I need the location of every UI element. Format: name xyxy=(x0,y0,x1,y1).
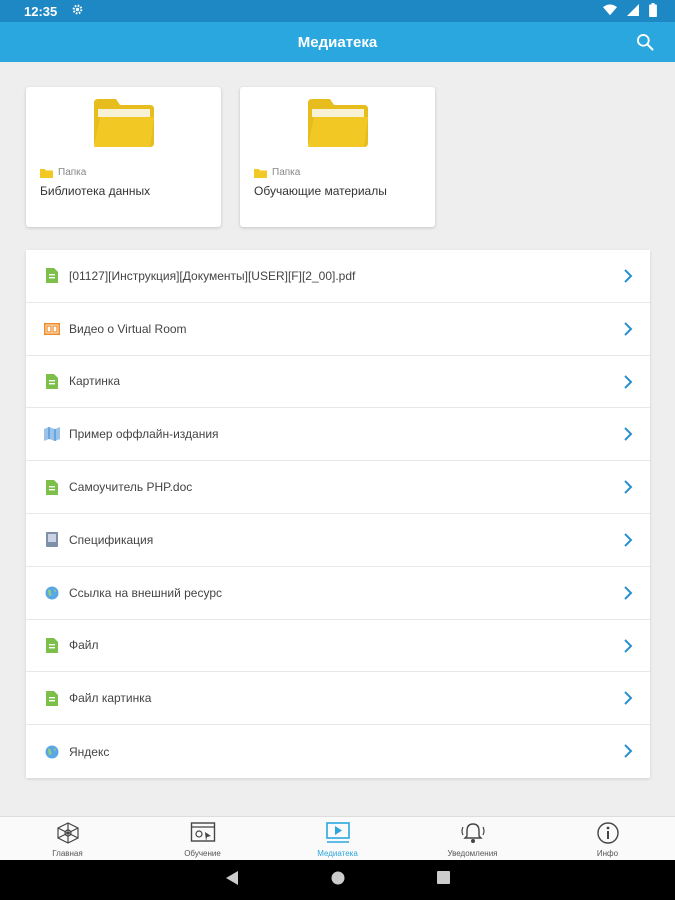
file-green-icon xyxy=(44,690,60,706)
system-navigation-bar xyxy=(0,860,675,900)
small-folder-icon xyxy=(40,168,53,178)
chevron-right-icon xyxy=(622,321,634,337)
nav-item-info[interactable]: Инфо xyxy=(540,817,675,860)
list-item-label: Файл xyxy=(69,638,99,653)
list-item-label: Яндекс xyxy=(69,744,110,759)
list-item[interactable]: Яндекс xyxy=(26,725,650,778)
info-icon xyxy=(595,821,621,845)
list-item[interactable]: Самоучитель PHP.doc xyxy=(26,461,650,514)
chevron-right-icon xyxy=(622,426,634,442)
folder-kind: Папка xyxy=(254,167,300,178)
folder-name: Обучающие материалы xyxy=(254,184,387,198)
list-item-label: Картинка xyxy=(69,374,121,389)
file-green-icon xyxy=(44,637,60,653)
list-item[interactable]: Файл xyxy=(26,620,650,673)
nav-item-learning[interactable]: Обучение xyxy=(135,817,270,860)
nav-label: Медиатека xyxy=(317,849,358,858)
chevron-right-icon xyxy=(622,638,634,654)
globe-icon xyxy=(44,585,60,601)
chevron-right-icon xyxy=(622,690,634,706)
chevron-right-icon xyxy=(622,374,634,390)
battery-icon xyxy=(649,2,657,20)
list-item[interactable]: Картинка xyxy=(26,356,650,409)
signal-icon xyxy=(627,3,639,19)
folder-kind: Папка xyxy=(40,167,86,178)
video-icon xyxy=(44,321,60,337)
list-item[interactable]: [01127][Инструкция][Документы][USER][F][… xyxy=(26,250,650,303)
nav-label: Инфо xyxy=(596,849,619,858)
bell-icon xyxy=(460,821,486,845)
list-item-label: Спецификация xyxy=(69,532,154,547)
list-item-label: Ссылка на внешний ресурс xyxy=(69,585,223,600)
nav-item-media[interactable]: Медиатека xyxy=(270,817,405,860)
folder-kind-label: Папка xyxy=(58,167,87,178)
status-bar: 12:35 xyxy=(0,0,675,22)
nav-label: Обучение xyxy=(184,849,221,858)
list-item-label: Видео о Virtual Room xyxy=(69,321,187,336)
status-time: 12:35 xyxy=(24,3,58,19)
list-item[interactable]: Видео о Virtual Room xyxy=(26,303,650,356)
app-bar: Медиатека xyxy=(0,22,675,62)
page-title: Медиатека xyxy=(297,33,378,51)
list-item-label: Файл картинка xyxy=(69,691,152,706)
nav-label: Уведомления xyxy=(447,849,498,858)
file-green-icon xyxy=(44,479,60,495)
back-icon[interactable] xyxy=(225,870,239,891)
file-green-icon xyxy=(44,268,60,284)
learning-icon xyxy=(190,821,216,845)
small-folder-icon xyxy=(254,168,267,178)
globe-icon xyxy=(44,744,60,760)
media-library-content: Папка Библиотека данных Папка Обучающие … xyxy=(0,62,675,816)
nav-label: Главная xyxy=(52,849,83,858)
book-icon xyxy=(44,532,60,548)
wifi-icon xyxy=(603,3,617,19)
search-icon[interactable] xyxy=(635,32,655,52)
folder-icon xyxy=(306,97,370,149)
list-item[interactable]: Файл картинка xyxy=(26,672,650,726)
chevron-right-icon xyxy=(622,532,634,548)
media-list: [01127][Инструкция][Документы][USER][F][… xyxy=(26,250,650,778)
map-book-icon xyxy=(44,426,60,442)
settings-gear-icon xyxy=(71,3,84,19)
home-icon[interactable] xyxy=(331,871,345,890)
folder-icon xyxy=(92,97,156,149)
media-icon xyxy=(325,821,351,845)
folder-card-data-library[interactable]: Папка Библиотека данных xyxy=(26,87,221,227)
folder-kind-label: Папка xyxy=(272,167,301,178)
list-item-label: [01127][Инструкция][Документы][USER][F][… xyxy=(69,268,356,283)
list-item-label: Пример оффлайн-издания xyxy=(69,427,219,442)
nav-item-notifications[interactable]: Уведомления xyxy=(405,817,540,860)
home-cube-icon xyxy=(55,821,81,845)
chevron-right-icon xyxy=(622,585,634,601)
list-item[interactable]: Ссылка на внешний ресурс xyxy=(26,567,650,620)
list-item[interactable]: Пример оффлайн-издания xyxy=(26,408,650,462)
chevron-right-icon xyxy=(622,268,634,284)
recents-icon[interactable] xyxy=(437,871,450,889)
chevron-right-icon xyxy=(622,743,634,759)
chevron-right-icon xyxy=(622,479,634,495)
folder-card-learning-materials[interactable]: Папка Обучающие материалы xyxy=(240,87,435,227)
bottom-navigation: Главная Обучение Медиатека Уведомления И… xyxy=(0,816,675,860)
list-item[interactable]: Спецификация xyxy=(26,514,650,567)
list-item-label: Самоучитель PHP.doc xyxy=(69,480,193,495)
nav-item-home[interactable]: Главная xyxy=(0,817,135,860)
folder-name: Библиотека данных xyxy=(40,184,151,198)
file-green-icon xyxy=(44,373,60,389)
